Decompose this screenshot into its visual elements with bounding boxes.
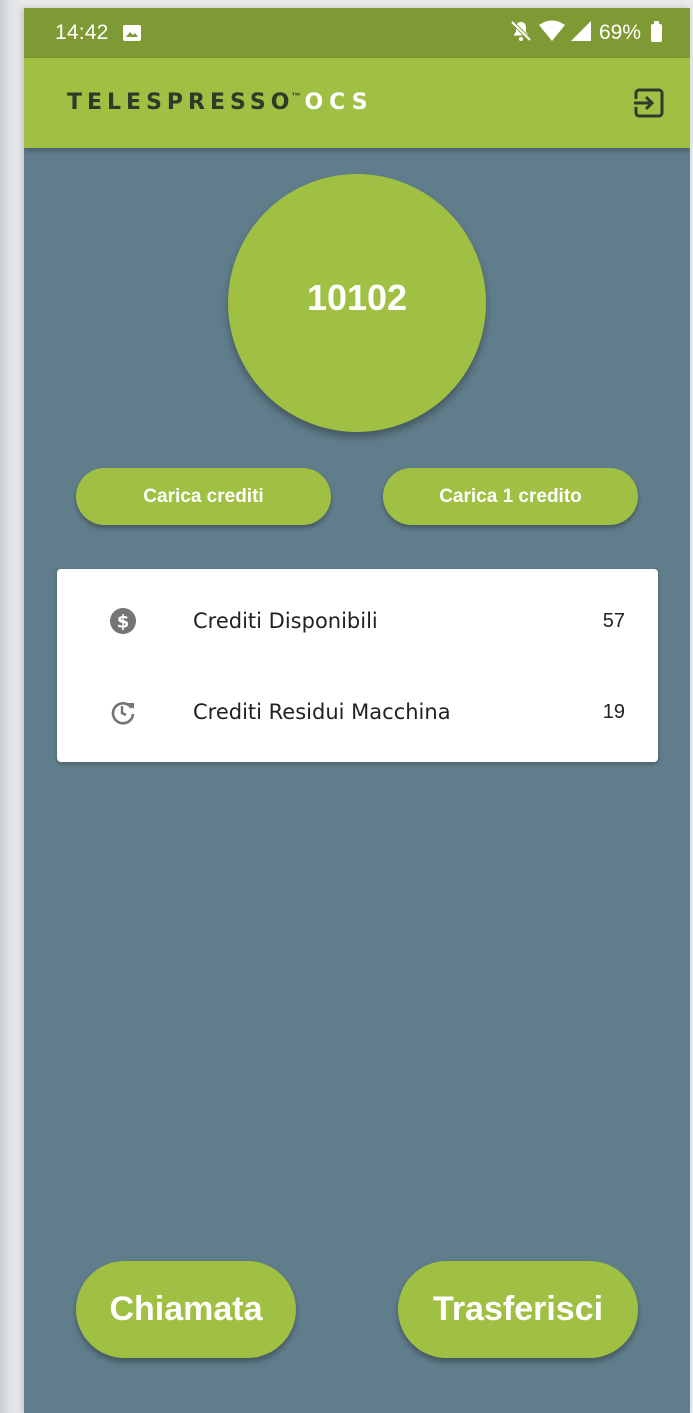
logout-icon xyxy=(632,88,664,118)
user-code-circle: 10102 xyxy=(228,174,486,432)
transfer-button[interactable]: Trasferisci xyxy=(398,1261,638,1358)
logo-main-text: TELESPRESSO xyxy=(67,90,295,115)
logo-suffix: OCS xyxy=(304,90,374,115)
wifi-icon xyxy=(538,20,565,47)
status-bar: 14:42 69% xyxy=(24,8,690,58)
signal-icon xyxy=(570,20,591,46)
user-code: 10102 xyxy=(306,277,408,318)
list-item-available-credits: $ Crediti Disponibili 57 xyxy=(57,596,658,646)
list-item-machine-credits: Crediti Residui Macchina 19 xyxy=(57,687,658,737)
call-button[interactable]: Chiamata xyxy=(76,1261,296,1358)
available-credits-label: Crediti Disponibili xyxy=(193,609,378,633)
image-icon xyxy=(123,25,141,41)
svg-text:$: $ xyxy=(117,612,130,633)
dollar-circle-icon: $ xyxy=(110,608,136,634)
app-bar: TELESPRESSO ™ OCS xyxy=(24,58,690,148)
load-one-credit-button[interactable]: Carica 1 credito xyxy=(383,468,638,525)
clock-refresh-icon xyxy=(110,699,136,725)
logo-trademark: ™ xyxy=(291,91,301,101)
battery-percent: 69% xyxy=(598,21,641,44)
load-credits-button[interactable]: Carica crediti xyxy=(76,468,331,525)
app-logo: TELESPRESSO ™ OCS xyxy=(67,91,374,115)
bell-off-icon xyxy=(509,19,533,48)
status-time: 14:42 xyxy=(55,21,109,44)
available-credits-value: 57 xyxy=(602,610,625,632)
credits-card: $ Crediti Disponibili 57 Crediti Residui… xyxy=(57,569,658,762)
machine-credits-label: Crediti Residui Macchina xyxy=(193,700,451,724)
status-icons: 69% xyxy=(509,20,662,46)
logout-button[interactable] xyxy=(632,86,666,120)
battery-icon xyxy=(651,21,662,42)
machine-credits-value: 19 xyxy=(602,701,625,723)
phone-screen: 14:42 69% TELESPRESSO ™ OCS 10102 Carica… xyxy=(24,8,690,1413)
